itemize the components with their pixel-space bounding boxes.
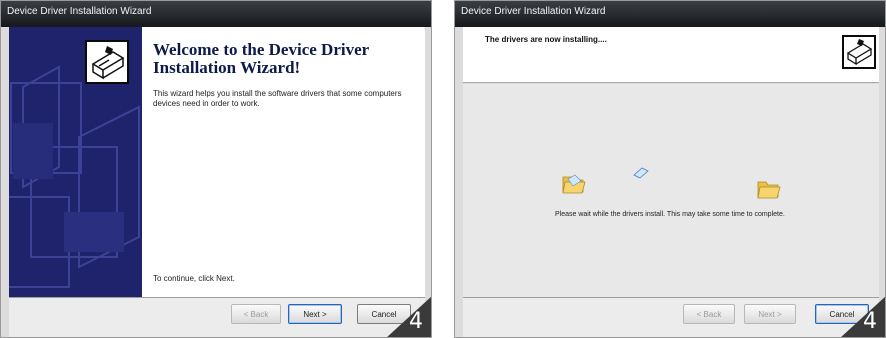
next-button-label: Next > <box>303 309 327 319</box>
wizard-sidebar <box>9 27 142 297</box>
window-title: Device Driver Installation Wizard <box>461 6 606 17</box>
folder-icon <box>757 181 781 199</box>
wizard-drive-icon <box>842 35 876 69</box>
step-badge: 4 <box>382 296 431 337</box>
wizard-heading: Welcome to the Device Driver Installatio… <box>153 40 369 77</box>
wizard-description: This wizard helps you install the softwa… <box>153 89 402 108</box>
wait-message: Please wait while the drivers install. T… <box>555 211 785 218</box>
document-icon <box>633 167 649 179</box>
next-button[interactable]: Next > <box>744 304 796 324</box>
title-bar[interactable]: Device Driver Installation Wizard <box>455 1 885 27</box>
window-title: Device Driver Installation Wizard <box>7 6 152 17</box>
step-badge: 4 <box>836 296 885 337</box>
installing-wizard-window: Device Driver Installation Wizard The dr… <box>454 0 886 338</box>
installing-heading: The drivers are now installing.... <box>485 35 607 44</box>
folder-icon <box>562 174 586 194</box>
continue-instruction: To continue, click Next. <box>153 274 235 283</box>
title-bar[interactable]: Device Driver Installation Wizard <box>1 1 431 27</box>
progress-area <box>463 84 879 297</box>
back-button-label: < Back <box>243 309 269 319</box>
back-button-label: < Back <box>696 309 722 319</box>
back-button[interactable]: < Back <box>683 304 735 324</box>
welcome-wizard-window: Device Driver Installation Wizard Welcom… <box>0 0 432 338</box>
back-button[interactable]: < Back <box>231 304 281 324</box>
step-number: 4 <box>863 309 877 334</box>
next-button[interactable]: Next > <box>288 304 342 324</box>
next-button-label: Next > <box>758 309 782 319</box>
wizard-drive-icon <box>85 40 129 84</box>
step-number: 4 <box>409 309 423 334</box>
